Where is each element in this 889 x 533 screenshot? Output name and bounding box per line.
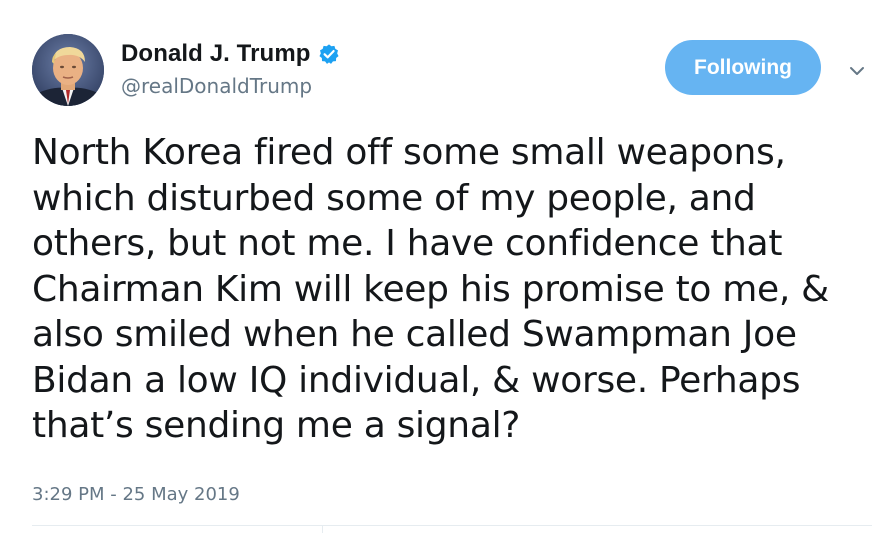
- following-button[interactable]: Following: [665, 40, 821, 95]
- divider-notch: [322, 525, 323, 533]
- verified-badge-icon: [318, 43, 340, 65]
- display-name-row: Donald J. Trump: [121, 38, 340, 70]
- user-info: Donald J. Trump @realDonaldTrump: [121, 38, 340, 98]
- display-name[interactable]: Donald J. Trump: [121, 40, 311, 68]
- avatar[interactable]: [32, 34, 104, 106]
- user-handle[interactable]: @realDonaldTrump: [121, 74, 340, 98]
- tweet-card: Donald J. Trump @realDonaldTrump Followi…: [0, 0, 889, 533]
- tweet-text: North Korea fired off some small weapons…: [32, 132, 829, 446]
- profile-photo-icon: [32, 34, 104, 106]
- tweet-timestamp[interactable]: 3:29 PM - 25 May 2019: [32, 484, 240, 505]
- chevron-down-icon[interactable]: [846, 60, 868, 82]
- divider: [32, 525, 872, 526]
